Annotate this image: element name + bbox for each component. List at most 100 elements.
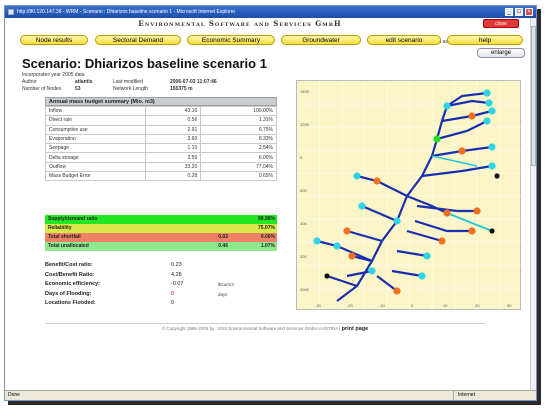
map-node[interactable] — [443, 209, 451, 217]
map-node[interactable] — [488, 162, 496, 170]
x-tick-label: 10 — [443, 303, 448, 308]
map-node[interactable] — [368, 267, 376, 275]
ratio-label: Total unallocated — [48, 243, 89, 249]
map-node[interactable] — [468, 112, 476, 120]
map-node[interactable] — [473, 207, 481, 215]
y-tick-label: 2000 — [300, 287, 310, 292]
row-label: Evaporation — [45, 133, 146, 145]
map-node[interactable] — [443, 102, 451, 110]
row-percent: 6.00% — [200, 152, 277, 163]
ratio-percent: 1.07% — [260, 243, 275, 249]
row-value: 1.10 — [144, 143, 202, 154]
row-label: Inflow — [45, 105, 146, 117]
window-close-button[interactable]: × — [525, 8, 533, 16]
table-row: Outflow 33.20 77.04% — [45, 161, 277, 173]
map-node[interactable] — [494, 173, 500, 179]
ratio-percent: 75.07% — [258, 225, 275, 231]
x-tick-label: -30 — [315, 303, 322, 308]
maximize-button[interactable]: □ — [515, 8, 523, 16]
row-percent: 100.00% — [200, 105, 277, 117]
map-node[interactable] — [343, 227, 351, 235]
nav-economic-summary[interactable]: Economic Summary — [187, 35, 275, 45]
y-tick-label: 200 — [300, 254, 307, 259]
row-label: Mass Budget Error — [45, 171, 146, 182]
map-node[interactable] — [488, 143, 496, 151]
ratio-label: Reliability — [48, 225, 72, 231]
map-node[interactable] — [393, 217, 401, 225]
status-text: Done — [8, 392, 20, 398]
ratio-percent: 0.06% — [260, 234, 275, 240]
map-node[interactable] — [483, 89, 491, 97]
map-node[interactable] — [433, 135, 441, 143]
close-button[interactable]: close — [483, 19, 519, 28]
map-node[interactable] — [393, 287, 401, 295]
incorporates-note: Incorporates year 2005 data — [22, 72, 85, 78]
river-reach — [446, 212, 493, 232]
map-node[interactable] — [313, 237, 321, 245]
ratio-value: 0.46 — [218, 243, 228, 249]
map-node[interactable] — [358, 202, 366, 210]
map-node[interactable] — [373, 177, 381, 185]
nav-node-results[interactable]: Node results — [20, 35, 88, 45]
vertical-scrollbar[interactable] — [530, 18, 536, 391]
map-node[interactable] — [483, 117, 491, 125]
print-page-link[interactable]: print page — [342, 326, 369, 332]
map-node[interactable] — [418, 272, 426, 280]
ratio-bar: Reliability 75.07% — [45, 224, 277, 233]
row-percent: 77.04% — [200, 161, 277, 173]
map-node[interactable] — [438, 237, 446, 245]
row-percent: 2.54% — [200, 143, 277, 154]
nodes-label: Number of Nodes — [22, 86, 62, 92]
map-node[interactable] — [333, 242, 341, 250]
x-tick-label: 20 — [475, 303, 480, 308]
table-row: Direct rain 0.56 1.31% — [45, 115, 277, 126]
indicator-value: 0 — [171, 290, 175, 297]
indicator-unit: days — [218, 291, 228, 297]
x-tick-label: -20 — [347, 303, 354, 308]
nav-groundwater[interactable]: Groundwater — [281, 35, 361, 45]
river-reach — [346, 269, 373, 278]
y-tick-label: 400 — [300, 221, 307, 226]
ratio-bar: Total unallocated 0.46 1.07% — [45, 242, 277, 251]
enlarge-button[interactable]: enlarge — [477, 48, 525, 58]
map-node[interactable] — [468, 227, 476, 235]
indicator-label: Benefit/Cost ratio: — [45, 262, 93, 268]
x-tick-label: 30 — [507, 303, 512, 308]
row-value: 0.28 — [144, 171, 202, 182]
map-node[interactable] — [423, 252, 431, 260]
river-reach — [414, 219, 472, 233]
map-node[interactable] — [353, 172, 361, 180]
y-tick-label: 600 — [300, 188, 307, 193]
minimize-button[interactable]: _ — [505, 8, 513, 16]
ess-logo: Environmental Software and Services GmbH — [138, 19, 342, 28]
map-node[interactable] — [488, 107, 496, 115]
table-row: Delta storage 2.59 6.00% — [45, 152, 277, 163]
map-node[interactable] — [489, 228, 495, 234]
indicator-value: 0.23 — [171, 262, 182, 268]
indicator-label: Cost/Benefit Ratio: — [45, 271, 95, 278]
network-map[interactable]: 1400 1200 0 600 400 200 2000 -30 -20 -10 0 10 20 30 — [296, 80, 522, 311]
indicator-label: Economic efficiency: — [45, 281, 101, 287]
modified-value: 2006-07-03 11:07:46 — [170, 79, 217, 85]
table-row: Inflow 43.16 100.00% — [45, 105, 277, 117]
footer: © Copyright 1995-2005 by : ESS Environme… — [45, 323, 485, 332]
indicator-value: 4.28 — [171, 271, 182, 278]
scrollbar-thumb[interactable] — [531, 26, 536, 166]
map-node[interactable] — [324, 273, 330, 279]
river-reach — [396, 249, 428, 258]
ratio-value: 0.02 — [218, 234, 228, 240]
map-node[interactable] — [485, 99, 493, 107]
nav-edit-scenario[interactable]: edit scenario — [367, 35, 441, 45]
window-titlebar: http://80.120.147.38 - WRM - Scenario : … — [5, 6, 536, 18]
nav-sectoral-demand[interactable]: Sectoral Demand — [95, 35, 181, 45]
network-map-svg[interactable]: 1400 1200 0 600 400 200 2000 -30 -20 -10 0 10 20 30 — [297, 81, 522, 311]
ratio-label: Total shortfall — [48, 234, 81, 240]
budget-table: Inflow 43.16 100.00% Direct rain 0.56 1.31% Co… — [45, 105, 277, 182]
row-percent: 8.33% — [200, 133, 277, 145]
x-tick-label: 0 — [411, 303, 414, 308]
map-node[interactable] — [348, 252, 356, 260]
map-node[interactable] — [458, 147, 466, 155]
table-row: Seepage 1.10 2.54% — [45, 143, 277, 154]
nav-help[interactable]: help — [447, 35, 523, 45]
indicator-value: -0.07 — [171, 281, 184, 287]
